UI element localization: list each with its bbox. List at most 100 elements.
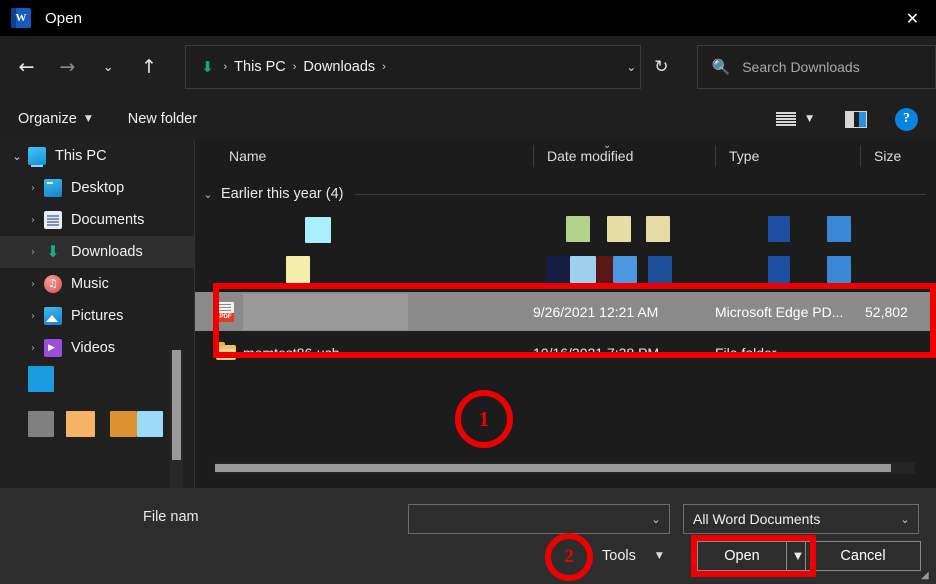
- cancel-button[interactable]: Cancel: [805, 541, 921, 571]
- redacted-block: [827, 216, 851, 242]
- tools-label: Tools: [602, 548, 636, 564]
- table-row[interactable]: memtest86-usb 10/16/2021 7:38 PM File fo…: [195, 333, 936, 372]
- organize-label: Organize: [18, 111, 77, 127]
- redacted-block: [596, 256, 613, 283]
- chevron-down-icon[interactable]: ▼: [806, 114, 813, 124]
- group-label: Earlier this year (4): [221, 186, 343, 202]
- redacted-block: [827, 256, 851, 283]
- sidebar-item-desktop[interactable]: › Desktop: [0, 172, 194, 204]
- forward-button[interactable]: →: [51, 49, 84, 85]
- desktop-icon: [44, 179, 62, 197]
- sidebar-item-this-pc[interactable]: ⌄ This PC: [0, 140, 194, 172]
- sidebar-item-label: Documents: [71, 212, 144, 228]
- organize-button[interactable]: Organize ▼: [18, 111, 92, 127]
- videos-icon: [44, 339, 62, 357]
- redacted-block: [613, 256, 637, 283]
- open-button[interactable]: Open: [697, 541, 787, 571]
- search-placeholder[interactable]: Search Downloads: [742, 59, 860, 75]
- redacted-block: [286, 256, 310, 283]
- open-file-dialog: W Open ✕ ← → ⌄ ↑ ⬇ › This PC › Downloads…: [0, 0, 936, 584]
- table-row[interactable]: [195, 252, 936, 291]
- chevron-right-icon[interactable]: ›: [22, 311, 44, 322]
- annotation-marker-1: 1: [455, 390, 513, 448]
- sidebar-item-label: Music: [71, 276, 109, 292]
- recent-locations-button[interactable]: ⌄: [92, 49, 125, 85]
- redacted-block: [566, 216, 590, 242]
- sidebar-item-music[interactable]: › ♫ Music: [0, 268, 194, 300]
- file-name-input[interactable]: ⌄: [408, 504, 670, 534]
- redacted-block: [66, 411, 95, 437]
- redacted-block: [28, 411, 54, 437]
- window-title: Open: [45, 10, 82, 27]
- redacted-block: [570, 256, 596, 283]
- chevron-down-icon[interactable]: ▼: [656, 551, 663, 561]
- cell-type: Microsoft Edge PD...: [715, 292, 843, 331]
- redacted-block: [607, 216, 631, 242]
- redacted-block: [648, 256, 672, 283]
- annotation-marker-2: 2: [545, 533, 593, 581]
- breadcrumb-separator: ›: [293, 61, 297, 73]
- group-divider: [355, 194, 926, 195]
- title-bar: W Open ✕: [0, 0, 936, 36]
- sidebar-item-label: Downloads: [71, 244, 143, 260]
- preview-pane-icon[interactable]: [845, 111, 867, 128]
- file-list: Name Date modified ⌄ Type Size ⌄ Earlie: [195, 140, 936, 488]
- cell-type: File folder: [715, 333, 776, 372]
- chevron-right-icon[interactable]: ›: [22, 247, 44, 258]
- back-button[interactable]: ←: [10, 49, 43, 85]
- chevron-down-icon[interactable]: ⌄: [643, 513, 669, 526]
- navigation-tree: ⌄ This PC › Desktop › Documents › ⬇ Down…: [0, 140, 194, 488]
- close-icon[interactable]: ✕: [889, 0, 936, 36]
- chevron-right-icon[interactable]: ›: [22, 183, 44, 194]
- column-header-type[interactable]: Type: [715, 140, 860, 172]
- monitor-icon: [28, 147, 46, 165]
- downloads-icon: ⬇: [44, 243, 62, 261]
- chevron-down-icon[interactable]: ⌄: [892, 513, 918, 526]
- sidebar-scrollbar[interactable]: [170, 350, 183, 488]
- chevron-down-icon[interactable]: ⌄: [195, 188, 221, 201]
- help-icon[interactable]: ?: [895, 108, 918, 131]
- up-button[interactable]: ↑: [133, 49, 166, 85]
- table-row[interactable]: [195, 212, 936, 251]
- chevron-right-icon[interactable]: ›: [22, 279, 44, 290]
- table-row[interactable]: 9/26/2021 12:21 AM Microsoft Edge PD... …: [195, 292, 936, 331]
- address-bar[interactable]: ⬇ › This PC › Downloads › ⌄: [185, 45, 642, 89]
- chevron-down-icon: ▼: [85, 114, 92, 124]
- redacted-block: [137, 411, 163, 437]
- refresh-icon[interactable]: ↻: [641, 46, 681, 89]
- horizontal-scrollbar[interactable]: [215, 462, 915, 474]
- cell-date-modified: 9/26/2021 12:21 AM: [533, 292, 658, 331]
- word-icon: W: [11, 8, 31, 28]
- column-header-size[interactable]: Size: [860, 140, 930, 172]
- sidebar-item-label: Videos: [71, 340, 115, 356]
- sidebar-item-documents[interactable]: › Documents: [0, 204, 194, 236]
- redacted-block: [305, 217, 331, 243]
- pdf-file-icon: [217, 302, 234, 322]
- file-name-label: File nam: [143, 509, 199, 525]
- sidebar-item-videos[interactable]: › Videos: [0, 332, 194, 364]
- view-list-icon[interactable]: [776, 110, 796, 128]
- chevron-right-icon[interactable]: ›: [22, 343, 44, 354]
- chevron-right-icon[interactable]: ›: [22, 215, 44, 226]
- search-box[interactable]: 🔍 Search Downloads: [697, 45, 936, 89]
- sidebar-item-pictures[interactable]: › Pictures: [0, 300, 194, 332]
- breadcrumb-separator: ›: [224, 61, 228, 73]
- chevron-down-icon[interactable]: ⌄: [6, 150, 28, 163]
- chevron-down-icon[interactable]: ⌄: [626, 60, 636, 74]
- column-header-name[interactable]: Name: [215, 140, 540, 172]
- resize-grip-icon[interactable]: ◢: [921, 570, 933, 582]
- column-header-date-modified[interactable]: Date modified ⌄: [533, 140, 715, 172]
- sidebar-item-downloads[interactable]: › ⬇ Downloads: [0, 236, 194, 268]
- new-folder-button[interactable]: New folder: [128, 111, 197, 127]
- redacted-block: [28, 366, 54, 392]
- tools-button[interactable]: Tools ▼: [602, 543, 663, 569]
- search-icon: 🔍: [712, 58, 731, 76]
- file-type-select[interactable]: All Word Documents ⌄: [683, 504, 919, 534]
- documents-icon: [44, 211, 62, 229]
- group-header-earlier-this-year[interactable]: ⌄ Earlier this year (4): [195, 182, 936, 206]
- navigation-bar: ← → ⌄ ↑ ⬇ › This PC › Downloads › ⌄ ↻ 🔍 …: [0, 36, 936, 98]
- cell-name: memtest86-usb: [243, 333, 339, 372]
- breadcrumb-downloads[interactable]: Downloads: [303, 59, 375, 75]
- redacted-block: [768, 216, 790, 242]
- breadcrumb-this-pc[interactable]: This PC: [234, 59, 286, 75]
